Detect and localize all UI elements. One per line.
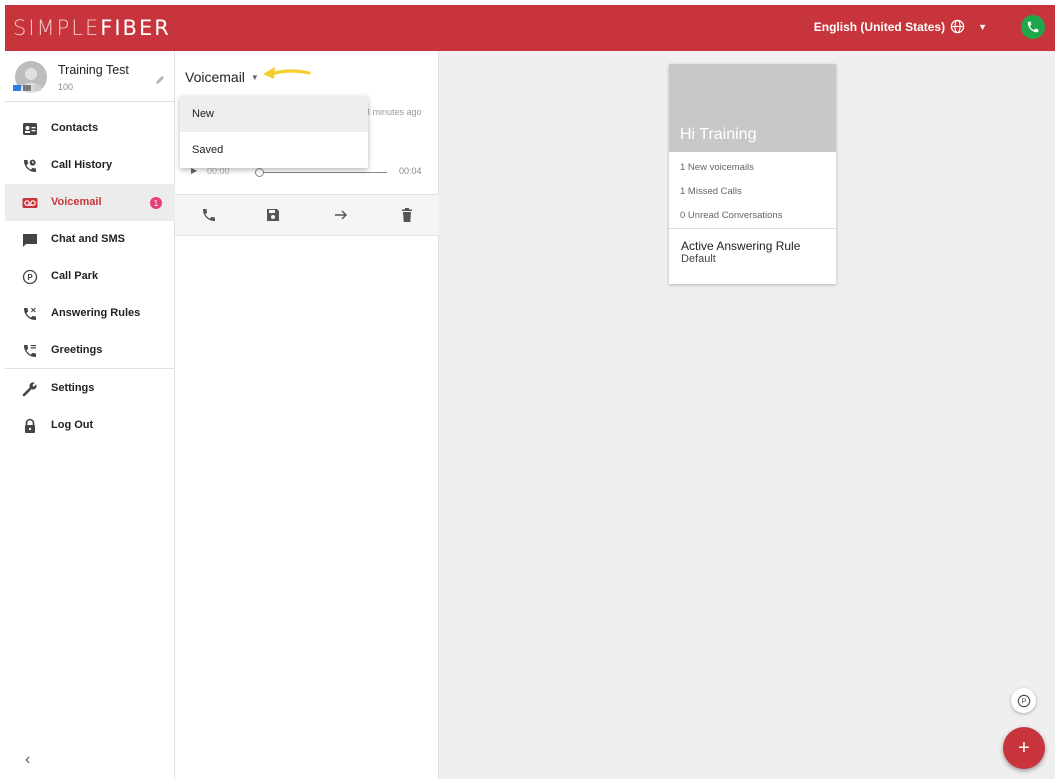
sidebar-item-label: Greetings: [51, 344, 103, 356]
sidebar-item-answering-rules[interactable]: Answering Rules: [5, 295, 175, 332]
playback-track[interactable]: [259, 172, 387, 173]
voicemail-count-badge: 1: [150, 197, 162, 209]
save-icon[interactable]: [265, 207, 281, 223]
voicemail-title: Voicemail: [185, 69, 245, 85]
language-selector[interactable]: English (United States) ▼: [814, 19, 987, 34]
sidebar-item-call-park[interactable]: P Call Park: [5, 258, 175, 295]
sidebar-item-label: Contacts: [51, 122, 99, 134]
annotation-arrow-icon: [263, 67, 311, 79]
divider: [175, 235, 439, 236]
app-window: SIMPLEFIBER English (United States) ▼ Tr…: [5, 5, 1055, 779]
add-fab-button[interactable]: +: [1003, 727, 1045, 769]
chat-icon: [23, 234, 37, 247]
call-park-fab[interactable]: P: [1011, 688, 1036, 713]
contacts-icon: [23, 123, 37, 135]
top-bar: SIMPLEFIBER English (United States) ▼: [5, 5, 1055, 51]
playback-duration: 00:04: [399, 166, 422, 176]
answering-rules-icon: [24, 307, 36, 320]
card-greeting: Hi Training: [680, 126, 757, 143]
call-park-icon: P: [22, 269, 38, 285]
voicemail-folder-dropdown: New Saved: [180, 96, 368, 168]
sidebar-item-voicemail[interactable]: Voicemail 1: [5, 184, 175, 221]
divider: [5, 368, 175, 369]
phone-icon: [1027, 21, 1039, 33]
voicemail-timestamp: 3 minutes ago: [365, 107, 422, 117]
collapse-sidebar-button[interactable]: ‹: [25, 751, 30, 769]
voicemail-folder-selector[interactable]: Voicemail ▼: [185, 69, 259, 85]
sidebar-item-settings[interactable]: Settings: [5, 370, 175, 407]
user-presence-icon: [23, 85, 31, 91]
sidebar-item-call-history[interactable]: Call History: [5, 147, 175, 184]
sidebar-item-label: Call History: [51, 159, 113, 171]
pencil-icon[interactable]: [155, 75, 165, 85]
svg-text:P: P: [1021, 698, 1026, 705]
sidebar-item-contacts[interactable]: Contacts: [5, 110, 175, 147]
sidebar-item-logout[interactable]: Log Out: [5, 407, 175, 444]
sidebar-item-label: Answering Rules: [51, 307, 141, 319]
sidebar-item-label: Voicemail: [51, 196, 102, 208]
brand-logo: SIMPLEFIBER: [13, 16, 171, 40]
sidebar-item-label: Call Park: [51, 270, 99, 282]
sidebar-item-chat-sms[interactable]: Chat and SMS: [5, 221, 175, 258]
profile-name: Training Test: [58, 63, 129, 77]
lock-icon: [25, 418, 35, 433]
sidebar-item-greetings[interactable]: Greetings: [5, 332, 175, 369]
call-park-icon: P: [1017, 694, 1030, 707]
trash-icon[interactable]: [399, 207, 415, 223]
chevron-down-icon: ▼: [978, 21, 987, 32]
sidebar: Training Test 100 Contacts Call History: [5, 51, 175, 779]
caret-down-icon: ▼: [250, 72, 259, 82]
voicemail-actions: [175, 195, 439, 235]
stat-unread-conversations: 0 Unread Conversations: [680, 210, 783, 221]
dropdown-option-new[interactable]: New: [180, 96, 368, 132]
phone-status-button[interactable]: [1021, 15, 1045, 39]
stat-missed-calls: 1 Missed Calls: [680, 186, 742, 197]
sidebar-item-label: Log Out: [51, 419, 94, 431]
profile-extension: 100: [58, 82, 74, 92]
divider: [669, 228, 836, 229]
phone-presence-icon: [33, 85, 41, 91]
call-back-icon[interactable]: [201, 207, 217, 223]
voicemail-icon: [22, 198, 38, 208]
wrench-icon: [22, 381, 38, 397]
language-label: English (United States): [813, 19, 946, 34]
user-profile[interactable]: Training Test 100: [5, 51, 174, 101]
summary-card: Hi Training 1 New voicemails 1 Missed Ca…: [669, 64, 836, 284]
active-rule-value: Default: [681, 253, 716, 265]
call-history-icon: [24, 159, 36, 172]
chat-presence-icon: [13, 85, 21, 91]
stat-new-voicemails: 1 New voicemails: [680, 162, 754, 173]
forward-arrow-icon[interactable]: [333, 207, 349, 223]
active-rule-label: Active Answering Rule: [681, 239, 801, 253]
globe-icon: [950, 19, 965, 34]
greetings-icon: [24, 345, 36, 357]
playback-slider-handle[interactable]: [255, 168, 264, 177]
divider: [5, 101, 175, 102]
presence-badges: [13, 85, 41, 91]
sidebar-item-label: Settings: [51, 382, 95, 394]
svg-text:P: P: [27, 273, 33, 282]
sidebar-item-label: Chat and SMS: [51, 233, 125, 245]
dropdown-option-saved[interactable]: Saved: [180, 132, 368, 168]
